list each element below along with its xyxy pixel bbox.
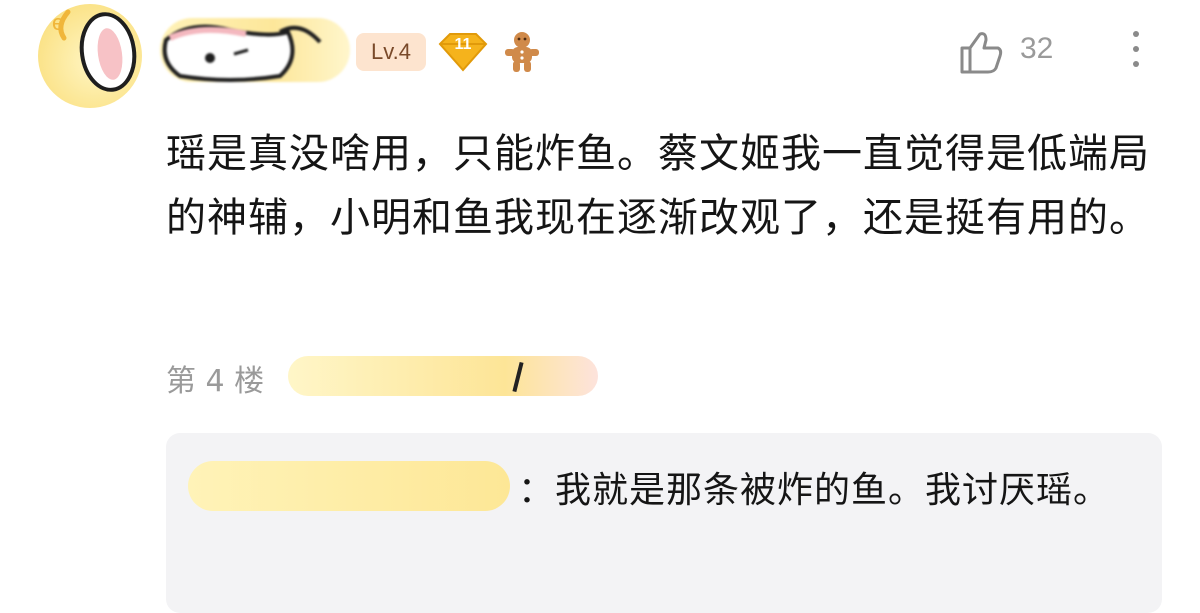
floor-sticker-redacted bbox=[288, 356, 598, 396]
avatar[interactable]: e bbox=[38, 4, 142, 108]
like-count: 32 bbox=[1020, 32, 1054, 65]
svg-text:e: e bbox=[52, 10, 64, 35]
comment-body: 瑶是真没啥用，只能炸鱼。蔡文姬我一直觉得是低端局的神辅，小明和鱼我现在逐渐改观了… bbox=[166, 131, 1150, 241]
bunny-avatar-icon: e bbox=[52, 9, 137, 92]
level-badge-label: Lv.4 bbox=[371, 39, 411, 64]
level-badge: Lv.4 bbox=[356, 33, 426, 71]
floor-label: 第 4 楼 bbox=[166, 364, 265, 399]
bunny-sticker-icon bbox=[162, 24, 322, 82]
username-redacted[interactable] bbox=[160, 18, 350, 82]
fan-level-badge[interactable]: 11 bbox=[436, 30, 490, 74]
reply-box[interactable]: ：我就是那条被炸的鱼。我讨厌瑶。 bbox=[166, 433, 1162, 613]
thumbs-up-icon[interactable] bbox=[958, 30, 1004, 74]
vertical-dots-icon[interactable] bbox=[1124, 26, 1148, 74]
reply-text: ：我就是那条被炸的鱼。我讨厌瑶。 bbox=[518, 470, 1111, 511]
fan-badge-number: 11 bbox=[454, 36, 472, 53]
gingerbread-icon[interactable] bbox=[502, 30, 542, 74]
